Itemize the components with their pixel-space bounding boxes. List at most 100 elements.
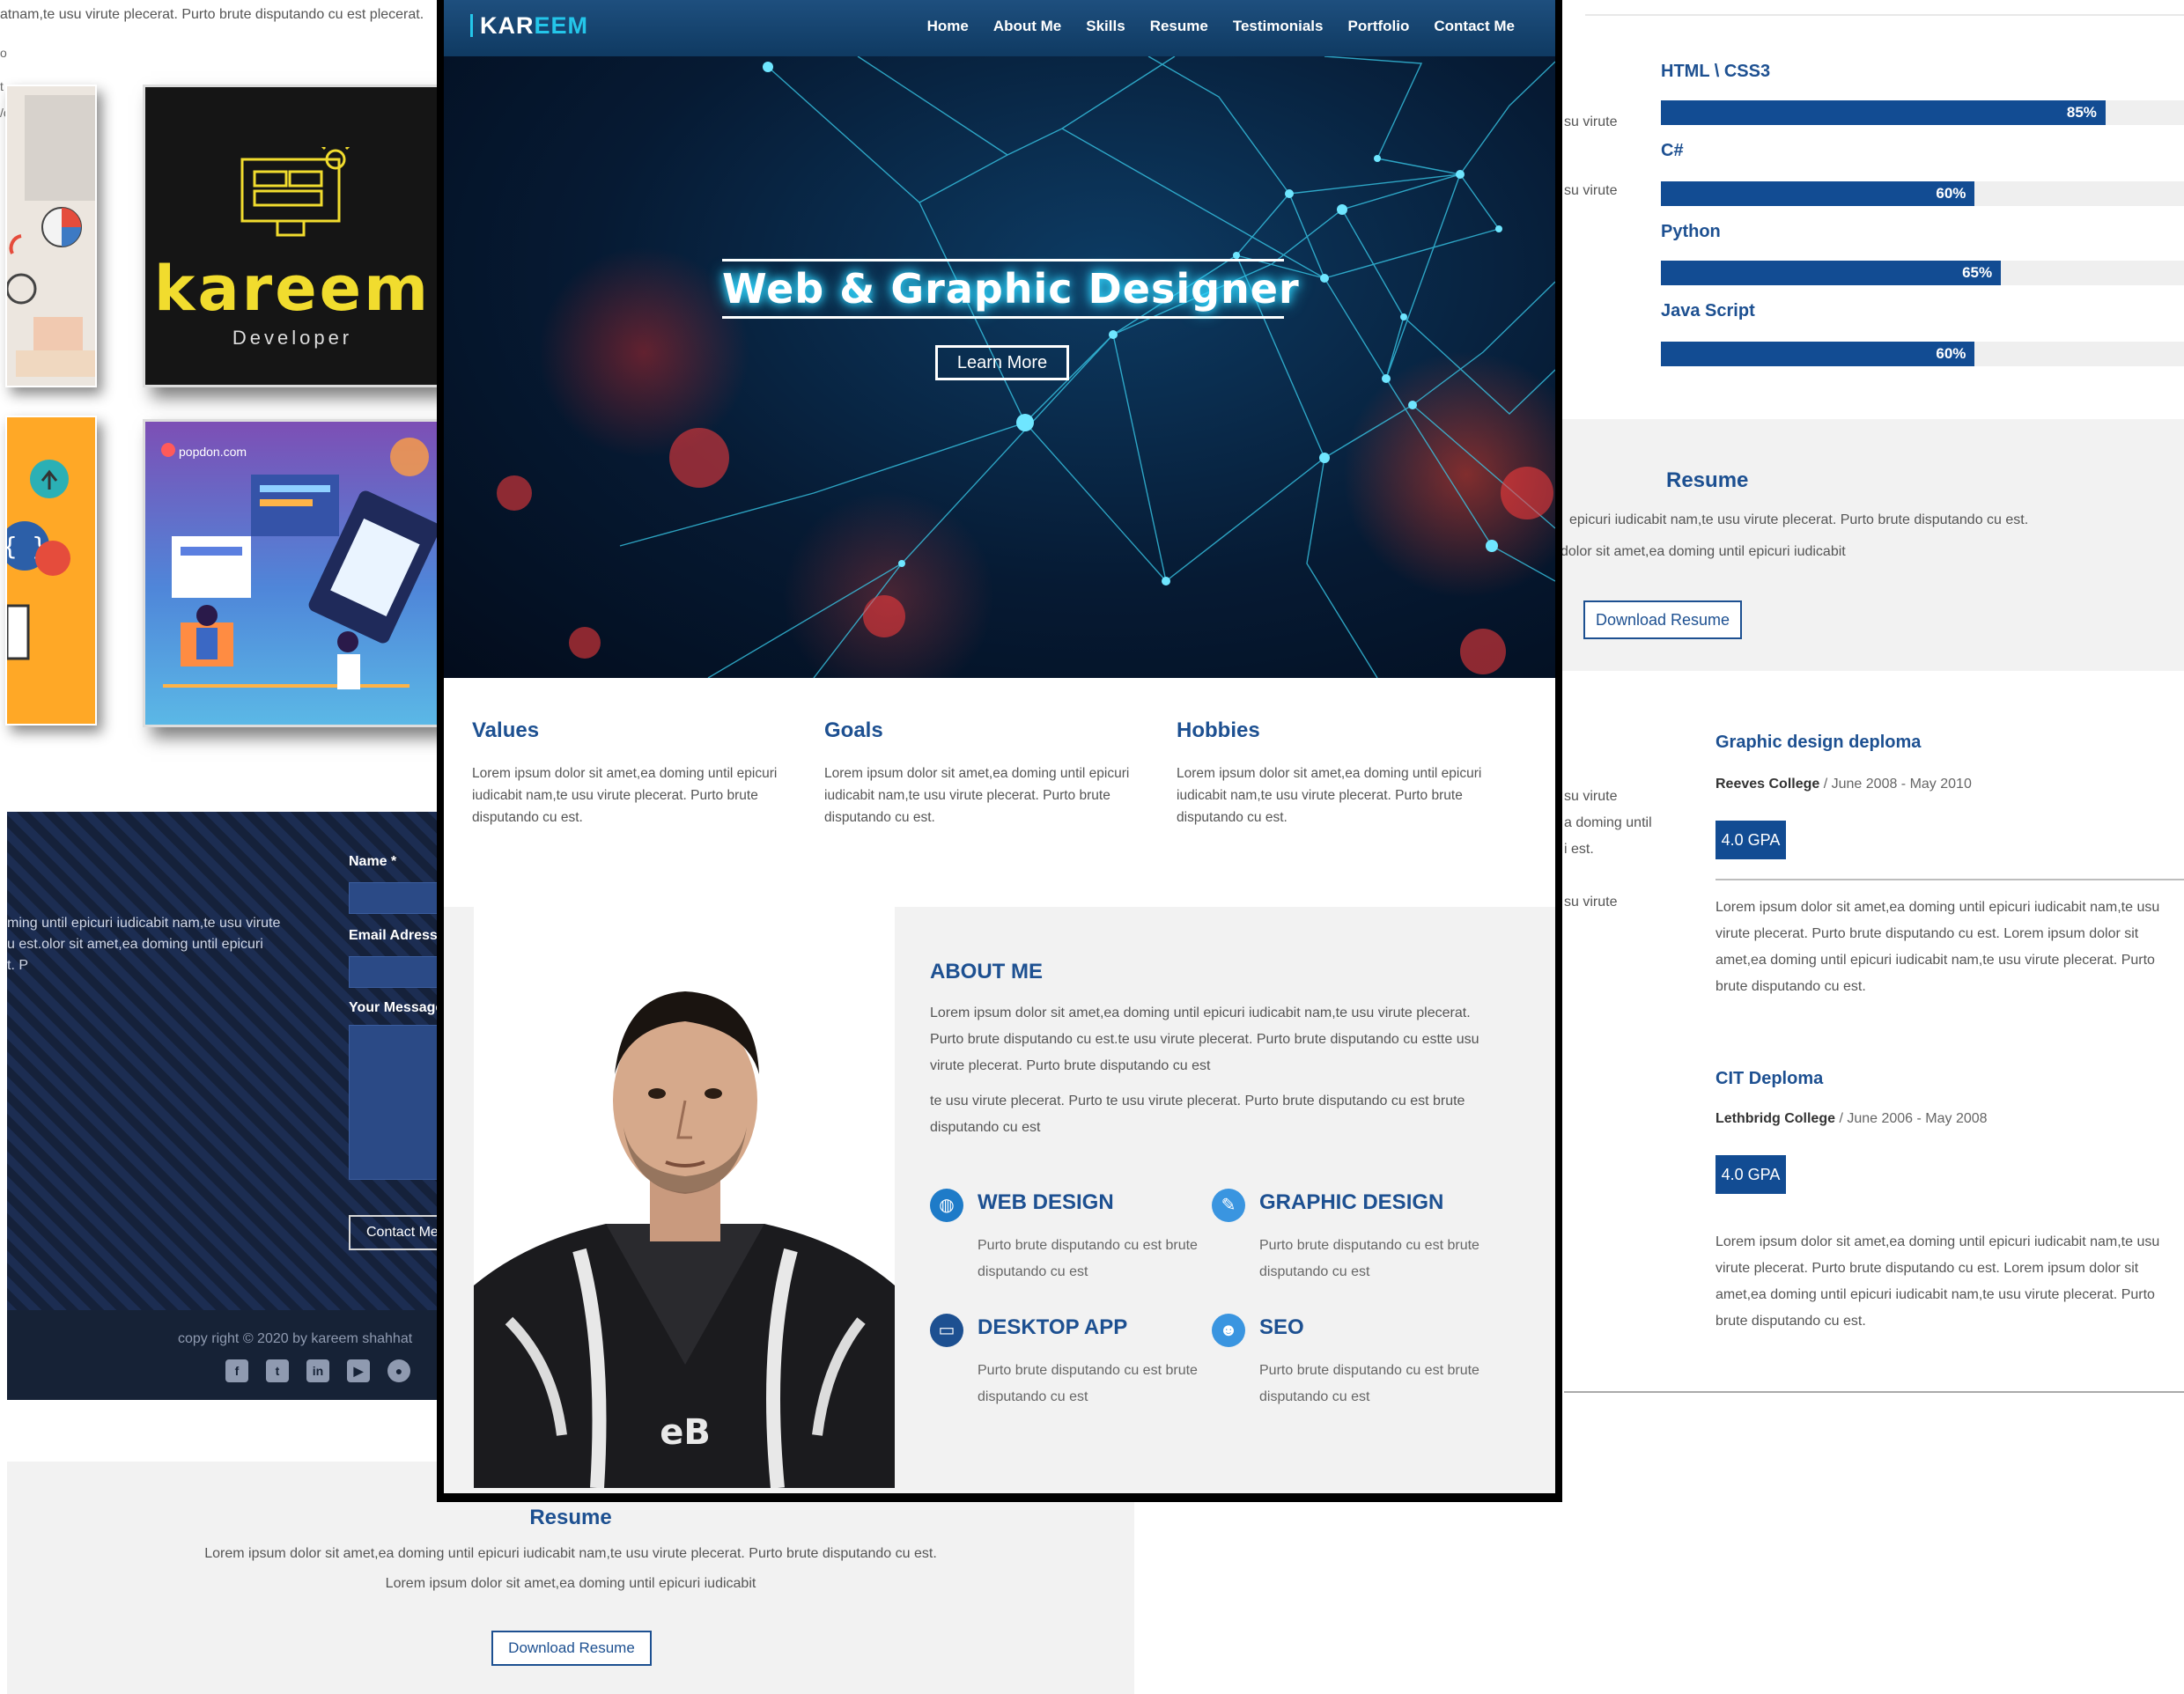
skill-label-html: HTML \ CSS3 [1661,62,1771,81]
goals-title: Goals [824,718,883,742]
youtube-icon[interactable]: ▶ [347,1359,370,1382]
main-page: KAREEM Home About Me Skills Resume Testi… [444,0,1555,1493]
contact-me-button[interactable]: Contact Me [349,1215,442,1250]
portfolio-card-kareem-logo[interactable]: kareem Developer [143,85,442,387]
brand-bar [470,14,473,37]
name-label: Name * [349,854,397,869]
contact-section: ming until epicuri iudicabit nam,te usu … [7,812,442,1400]
resume-text: epicuri iudicabit nam,te usu virute plec… [1569,512,2029,527]
nav-skills[interactable]: Skills [1086,18,1125,35]
email-input[interactable] [349,956,442,988]
gpa-badge: 4.0 GPA [1715,1155,1786,1194]
nav-contact-me[interactable]: Contact Me [1434,18,1515,35]
education-text: Lorem ipsum dolor sit amet,ea doming unt… [1715,900,2160,994]
skill-bar-python: 65% [1661,261,2184,285]
footer: copy right © 2020 by kareem shahhat f t … [7,1310,442,1400]
about-title: ABOUT ME [930,960,1043,983]
twitter-icon[interactable]: t [266,1359,289,1382]
right-page [1561,0,2184,1694]
about-text: Lorem ipsum dolor sit amet,ea doming unt… [930,1005,1479,1073]
education-school: Lethbridg College [1715,1111,1835,1126]
facebook-icon[interactable]: f [225,1359,248,1382]
left-edge-letter: t [0,79,4,93]
resume-title: Resume [529,1506,612,1529]
hero-title: Web & Graphic Designer [722,259,1299,319]
hobbies-title: Hobbies [1177,718,1260,742]
users-icon: ☻ [1212,1314,1245,1347]
education-dates: / June 2008 - May 2010 [1823,777,1972,792]
skill-bar-javascript: 60% [1661,342,2184,366]
cut-text: su virute [1564,895,1618,910]
nav-testimonials[interactable]: Testimonials [1233,18,1324,35]
profile-photo: eB [474,907,895,1488]
download-resume-button[interactable]: Download Resume [1583,600,1742,639]
service-title: SEO [1259,1315,1304,1339]
linkedin-icon[interactable]: in [306,1359,329,1382]
skill-percent: 85% [2066,104,2097,121]
developer-illustration [161,438,439,689]
hobbies-text: Lorem ipsum dolor sit amet,ea doming unt… [1177,766,1482,825]
skill-label-csharp: C# [1661,141,1684,160]
values-title: Values [472,718,540,742]
resume-title: Resume [1666,468,1749,492]
left-top-text: atnam,te usu virute plecerat. Purto brut… [0,7,424,22]
nav-menu: Home About Me Skills Resume Testimonials… [927,18,1515,35]
service-title: GRAPHIC DESIGN [1259,1190,1444,1214]
kareem-logo-text: kareem [153,253,432,325]
name-input[interactable] [349,882,442,914]
cut-text: su virute [1564,183,1618,198]
nav-portfolio[interactable]: Portfolio [1347,18,1409,35]
about-section: eB ABOUT ME Lorem ipsum dolor sit amet,e… [444,907,1555,1493]
portfolio-card-popdon[interactable]: popdon.com [143,419,442,727]
resume-section-right: Resume epicuri iudicabit nam,te usu viru… [1561,419,2184,671]
pencil-icon: ✎ [1212,1189,1245,1222]
values-text: Lorem ipsum dolor sit amet,ea doming unt… [472,766,778,825]
hero-section: KAREEM Home About Me Skills Resume Testi… [444,0,1555,678]
skill-percent: 65% [1962,264,1993,281]
goals-column: Goals Lorem ipsum dolor sit amet,ea domi… [824,718,1150,829]
education-dates: / June 2006 - May 2008 [1839,1111,1988,1126]
computer-icon [240,147,350,237]
message-textarea[interactable] [349,1025,442,1180]
goals-text: Lorem ipsum dolor sit amet,ea doming unt… [824,766,1130,825]
education-text: Lorem ipsum dolor sit amet,ea doming unt… [1715,1234,2160,1329]
navbar: KAREEM Home About Me Skills Resume Testi… [444,0,1555,56]
education-meta: Reeves College / June 2008 - May 2010 [1715,777,1972,792]
service-title: WEB DESIGN [978,1190,1114,1214]
skill-label-javascript: Java Script [1661,301,1755,320]
brand-logo[interactable]: KAREEM [470,12,588,40]
service-text: Purto brute disputando cu est brute disp… [1259,1363,1479,1404]
resume-text: Lorem ipsum dolor sit amet,ea doming unt… [204,1546,937,1561]
analytics-illustration [7,86,95,386]
divider [1585,14,2184,16]
network-background [497,55,1555,678]
github-icon[interactable]: ● [387,1359,410,1382]
divider [1564,1391,2184,1393]
cut-text: su virute [1564,114,1618,129]
contact-text-line: t. P [7,958,29,973]
download-resume-button[interactable]: Download Resume [491,1631,652,1666]
brand-text-highlight: EEM [534,12,589,39]
globe-icon: ◍ [930,1189,963,1222]
person-portrait: eB [474,907,895,1488]
service-text: Purto brute disputando cu est brute disp… [978,1363,1198,1404]
brand-text: KAR [480,12,535,39]
learn-more-button[interactable]: Learn More [935,345,1069,380]
resume-text: dolor sit amet,ea doming until epicuri i… [1561,544,1846,559]
education-meta: Lethbridg College / June 2006 - May 2008 [1715,1111,1988,1127]
skill-percent: 60% [1936,345,1966,362]
nav-resume[interactable]: Resume [1150,18,1208,35]
service-title: DESKTOP APP [978,1315,1128,1339]
skill-label-python: Python [1661,222,1721,241]
skill-fill: 60% [1661,342,1975,366]
portfolio-thumbnail-analytics[interactable] [5,85,97,387]
nav-about-me[interactable]: About Me [993,18,1061,35]
social-links: f t in ▶ ● [225,1359,410,1382]
contact-text-line: u est.olor sit amet,ea doming until epic… [7,937,263,952]
copyright-text: copy right © 2020 by kareem shahhat [178,1331,413,1346]
nav-home[interactable]: Home [927,18,969,35]
portfolio-thumbnail-code[interactable]: { } [5,416,97,725]
skill-fill: 60% [1661,181,1975,206]
about-text: te usu virute plecerat. Purto te usu vir… [930,1094,1465,1135]
monitor-icon: ▭ [930,1314,963,1347]
